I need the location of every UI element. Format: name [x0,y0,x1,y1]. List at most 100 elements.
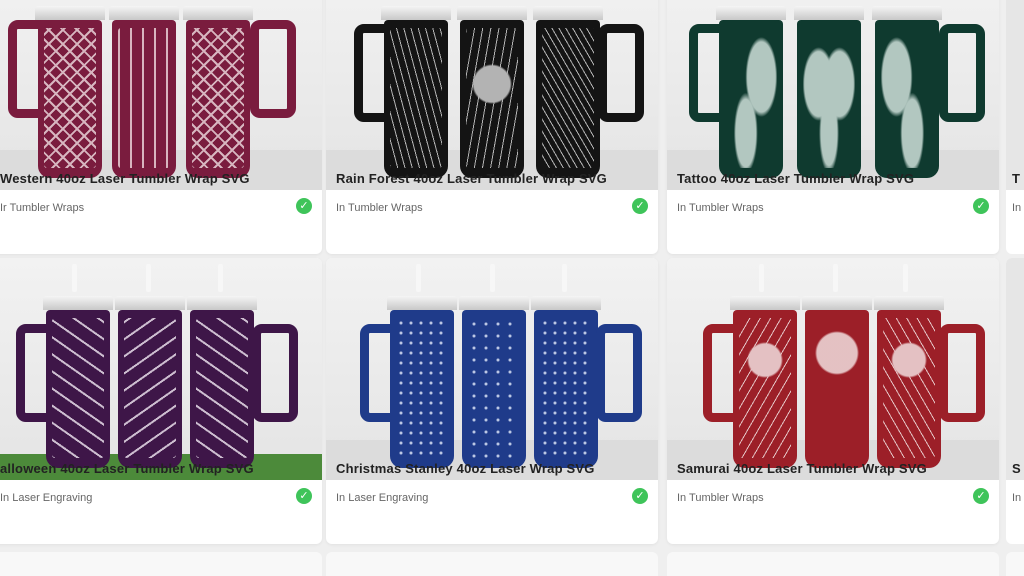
product-card-partial[interactable] [326,552,658,576]
samurai-pattern-icon [883,318,935,458]
tumbler-left [43,296,113,468]
product-image[interactable] [0,258,322,480]
tumbler-lid [115,296,185,310]
check-icon: ✓ [632,198,648,214]
tumbler-left [730,296,800,468]
christmas-pattern-icon [540,318,592,458]
product-card-tattoo[interactable]: Tattoo 40oz Laser Tumbler Wrap SVG In Tu… [667,0,999,254]
butterfly-pattern-icon [725,28,777,168]
tumbler-handle [939,324,985,422]
product-title[interactable]: Samurai 40oz Laser Tumbler Wrap SVG [677,461,927,476]
check-icon: ✓ [296,198,312,214]
tumbler-straw [218,264,223,292]
check-icon: ✓ [632,488,648,504]
tumbler-middle [109,6,179,178]
tumbler-lid [35,6,105,20]
tumbler-left [387,296,457,468]
tumbler-lid [43,296,113,310]
tumbler-lid [457,6,527,20]
product-card-partial[interactable]: S In [1006,258,1024,544]
palm-tree-pattern-icon [466,28,518,168]
tumbler-lid [533,6,603,20]
tumbler-middle [115,296,185,468]
tumbler-right [874,296,944,468]
product-category[interactable]: In [1012,492,1021,504]
product-title[interactable]: alloween 40oz Laser Tumbler Wrap SVG [0,461,254,476]
product-image[interactable] [1006,0,1024,190]
product-title[interactable]: Rain Forest 40oz Laser Tumbler Wrap SVG [336,171,607,186]
skeleton-pattern-icon [52,318,104,458]
product-category[interactable]: In Laser Engraving [336,492,428,504]
palm-tree-pattern-icon [542,28,594,168]
product-title[interactable]: S [1012,461,1021,476]
tumbler-straw [759,264,764,292]
product-category[interactable]: Ir Tumbler Wraps [0,202,84,214]
product-category[interactable]: In [1012,202,1021,214]
aztec-pattern-icon [44,28,96,168]
tumbler-middle [794,6,864,178]
tumbler-middle [802,296,872,468]
product-card-western[interactable]: Western 40oz Laser Tumbler Wrap SVG Ir T… [0,0,322,254]
aztec-pattern-icon [118,28,170,168]
category-prefix: Ir [0,202,10,214]
skeleton-pattern-icon [196,318,248,458]
butterfly-pattern-icon [881,28,933,168]
product-card-partial[interactable]: T In [1006,0,1024,254]
tumbler-handle [250,20,296,118]
product-card-christmas[interactable]: Christmas Stanley 40oz Laser Wrap SVG In… [326,258,658,544]
product-image[interactable] [326,0,658,190]
tumbler-lid [802,296,872,310]
tumbler-right [531,296,601,468]
product-category[interactable]: In Laser Engraving [0,492,92,504]
product-card-partial[interactable] [667,552,999,576]
skeleton-pattern-icon [124,318,176,458]
tumbler-straw [833,264,838,292]
tumbler-lid [872,6,942,20]
tumbler-lid [874,296,944,310]
check-icon: ✓ [973,488,989,504]
tumbler-straw [490,264,495,292]
product-card-partial[interactable] [1006,552,1024,576]
tumbler-middle [459,296,529,468]
category-link[interactable]: Tumbler Wraps [10,202,85,214]
tumbler-lid [109,6,179,20]
product-image[interactable] [667,258,999,480]
product-title[interactable]: Western 40oz Laser Tumbler Wrap SVG [0,171,250,186]
product-title[interactable]: Tattoo 40oz Laser Tumbler Wrap SVG [677,171,914,186]
product-title[interactable]: Christmas Stanley 40oz Laser Wrap SVG [336,461,595,476]
tumbler-straw [72,264,77,292]
product-image[interactable] [0,0,322,190]
product-card-partial[interactable] [0,552,322,576]
tumbler-lid [381,6,451,20]
samurai-pattern-icon [811,318,863,458]
category-prefix: In [0,492,13,504]
product-title[interactable]: T [1012,171,1020,186]
product-image[interactable] [1006,258,1024,480]
product-image[interactable] [667,0,999,190]
tumbler-straw [416,264,421,292]
tumbler-left [35,6,105,178]
check-icon: ✓ [973,198,989,214]
tumbler-straw [903,264,908,292]
product-category[interactable]: In Tumbler Wraps [677,492,764,504]
category-link[interactable]: Laser Engraving [12,492,92,504]
tumbler-handle [939,24,985,122]
product-card-halloween[interactable]: alloween 40oz Laser Tumbler Wrap SVG In … [0,258,322,544]
tumbler-lid [794,6,864,20]
check-icon: ✓ [296,488,312,504]
product-image[interactable] [326,258,658,480]
tumbler-straw [562,264,567,292]
product-card-samurai[interactable]: Samurai 40oz Laser Tumbler Wrap SVG In T… [667,258,999,544]
christmas-pattern-icon [396,318,448,458]
tumbler-lid [531,296,601,310]
tumbler-middle [457,6,527,178]
tumbler-left [381,6,451,178]
christmas-pattern-icon [468,318,520,458]
tumbler-handle [596,324,642,422]
product-category[interactable]: In Tumbler Wraps [677,202,764,214]
tumbler-left [716,6,786,178]
aztec-pattern-icon [192,28,244,168]
product-card-rain-forest[interactable]: Rain Forest 40oz Laser Tumbler Wrap SVG … [326,0,658,254]
tumbler-lid [187,296,257,310]
product-category[interactable]: In Tumbler Wraps [336,202,423,214]
